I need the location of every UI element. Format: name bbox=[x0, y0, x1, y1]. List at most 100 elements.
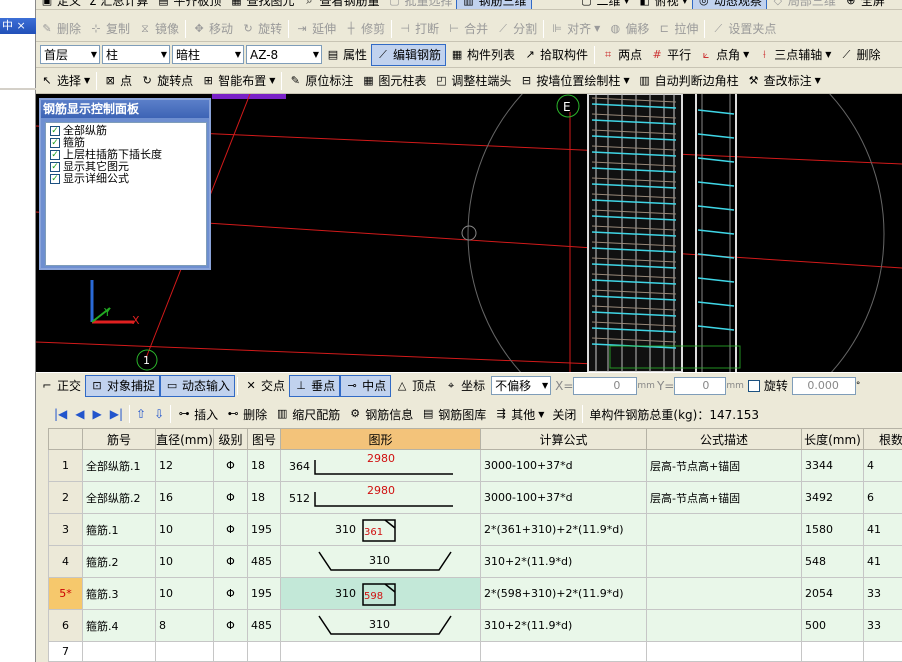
cell-count[interactable]: 33 bbox=[863, 577, 902, 610]
cell-bar-no[interactable]: 箍筋.4 bbox=[82, 609, 156, 642]
cell-diameter[interactable] bbox=[155, 641, 214, 662]
batch-select-button[interactable]: ▢ 批量选择 bbox=[383, 0, 456, 9]
dynamic-input-button[interactable]: ▭ 动态输入 bbox=[160, 374, 236, 397]
cell-grade[interactable]: Φ bbox=[213, 449, 248, 482]
cell-bar-no[interactable]: 全部纵筋.2 bbox=[82, 481, 156, 514]
header-formula[interactable]: 计算公式 bbox=[480, 428, 647, 450]
rebar-display-control-panel[interactable]: 钢筋显示控制面板 ✓ 全部纵筋 ✓ 箍筋 ✓ 上层柱插筋下插长度 ✓ 显示其它图元 ✓ 显… bbox=[39, 98, 211, 270]
point-angle-button[interactable]: ⟀ 点角 ▼ bbox=[695, 44, 753, 66]
header-formula-desc[interactable]: 公式描述 bbox=[646, 428, 802, 450]
table-row[interactable]: 1 全部纵筋.1 12 Φ 18 364 2980 3000-100+37*d 层高-节点高+锚… bbox=[48, 449, 902, 482]
cell-grade[interactable] bbox=[213, 641, 248, 662]
checkbox-detail-formula[interactable]: ✓ 显示详细公式 bbox=[46, 173, 206, 185]
cell-length[interactable]: 3344 bbox=[801, 449, 864, 482]
stretch-button[interactable]: ⊏ 拉伸 bbox=[653, 18, 702, 40]
delete-axis-button[interactable]: ⟋ 删除 bbox=[835, 44, 884, 66]
cell-fig-no[interactable]: 485 bbox=[247, 545, 281, 578]
extend-button[interactable]: ⇥ 延伸 bbox=[291, 18, 340, 40]
y-coordinate-input[interactable]: 0 bbox=[674, 376, 727, 395]
cell-formula-desc[interactable] bbox=[646, 577, 802, 610]
scale-rebar-button[interactable]: ▥ 缩尺配筋 bbox=[271, 403, 344, 425]
row-number[interactable]: 4 bbox=[48, 545, 83, 578]
component-name-select[interactable]: AZ-8 ▼ bbox=[246, 45, 322, 64]
last-record-button[interactable]: ▶| bbox=[106, 403, 127, 425]
table-row[interactable]: 5* 箍筋.3 10 Φ 195 310 598 2*(598+310)+2*(11.9*d)… bbox=[48, 577, 902, 610]
cell-count[interactable]: 33 bbox=[863, 609, 902, 642]
cell-fig-no[interactable]: 195 bbox=[247, 513, 281, 546]
cell-length[interactable]: 2054 bbox=[801, 577, 864, 610]
table-row[interactable]: 2 全部纵筋.2 16 Φ 18 512 2980 3000-100+37*d 层高-节点高+锚… bbox=[48, 481, 902, 514]
select-button[interactable]: ↖ 选择 ▼ bbox=[36, 70, 94, 92]
midpoint-snap-button[interactable]: ⊸ 中点 bbox=[340, 374, 392, 397]
define-button[interactable]: ▣ 定义 bbox=[36, 0, 85, 9]
subtype-select[interactable]: 暗柱 ▼ bbox=[172, 45, 244, 64]
view-2d-button[interactable]: ▢ 二维 ▼ bbox=[576, 0, 634, 9]
delete-button[interactable]: ✎ 删除 bbox=[36, 18, 85, 40]
cell-shape[interactable]: 310 361 bbox=[280, 513, 481, 546]
move-down-button[interactable]: ⇩ bbox=[150, 403, 168, 425]
cell-fig-no[interactable]: 18 bbox=[247, 481, 281, 514]
cell-shape[interactable]: 512 2980 bbox=[280, 481, 481, 514]
cell-shape[interactable]: 310 bbox=[280, 609, 481, 642]
mirror-button[interactable]: ⧖ 镜像 bbox=[134, 18, 183, 40]
header-bar-no[interactable]: 筋号 bbox=[82, 428, 156, 450]
cell-formula-desc[interactable]: 层高-节点高+锚固 bbox=[646, 481, 802, 514]
rebar-info-button[interactable]: ⚙ 钢筋信息 bbox=[344, 403, 417, 425]
component-list-button[interactable]: ▦ 构件列表 bbox=[446, 44, 519, 66]
row-number[interactable]: 1 bbox=[48, 449, 83, 482]
cell-grade[interactable]: Φ bbox=[213, 513, 248, 546]
cell-diameter[interactable]: 10 bbox=[155, 545, 214, 578]
header-grade[interactable]: 级别 bbox=[213, 428, 248, 450]
cell-count[interactable]: 6 bbox=[863, 481, 902, 514]
first-record-button[interactable]: |◀ bbox=[50, 403, 71, 425]
cell-formula-desc[interactable]: 层高-节点高+锚固 bbox=[646, 449, 802, 482]
table-row[interactable]: 4 箍筋.2 10 Φ 485 310 310+2*(11.9*d) 548 41 bbox=[48, 545, 902, 578]
two-point-axis-button[interactable]: ⌗ 两点 bbox=[597, 44, 646, 66]
adjust-column-end-button[interactable]: ◰ 调整柱端头 bbox=[430, 70, 515, 92]
cell-diameter[interactable]: 12 bbox=[155, 449, 214, 482]
ortho-button[interactable]: ⌐ 正交 bbox=[36, 375, 85, 397]
prev-record-button[interactable]: ◀ bbox=[71, 403, 88, 425]
trim-button[interactable]: ┼ 修剪 bbox=[340, 18, 389, 40]
rebar-library-button[interactable]: ▤ 钢筋图库 bbox=[417, 403, 490, 425]
other-menu-button[interactable]: ⇶ 其他 ▼ bbox=[490, 403, 548, 425]
header-fig-no[interactable]: 图号 bbox=[247, 428, 281, 450]
rebar-3d-button[interactable]: ▥ 钢筋三维 bbox=[456, 0, 532, 9]
summary-calc-button[interactable]: Σ 汇总计算 bbox=[85, 0, 152, 9]
next-record-button[interactable]: ▶ bbox=[89, 403, 106, 425]
in-place-annotation-button[interactable]: ✎ 原位标注 bbox=[284, 70, 357, 92]
cell-length[interactable]: 1580 bbox=[801, 513, 864, 546]
cell-diameter[interactable]: 16 bbox=[155, 481, 214, 514]
cell-length[interactable] bbox=[801, 641, 864, 662]
parallel-axis-button[interactable]: # 平行 bbox=[646, 44, 695, 66]
find-element-button[interactable]: ▦ 查找图元 bbox=[225, 0, 298, 9]
floor-select[interactable]: 首层 ▼ bbox=[40, 45, 100, 64]
rotate-button[interactable]: ↻ 旋转 bbox=[237, 18, 286, 40]
cell-bar-no[interactable]: 箍筋.2 bbox=[82, 545, 156, 578]
smart-layout-button[interactable]: ⊞ 智能布置 ▼ bbox=[197, 70, 279, 92]
left-dock-caption[interactable]: 中 × bbox=[0, 18, 36, 34]
cell-shape[interactable]: 364 2980 bbox=[280, 449, 481, 482]
cell-formula[interactable]: 2*(361+310)+2*(11.9*d) bbox=[480, 513, 647, 546]
split-button[interactable]: ⟋ 分割 bbox=[492, 18, 541, 40]
table-row[interactable]: 7 bbox=[48, 641, 902, 662]
move-button[interactable]: ✥ 移动 bbox=[188, 18, 237, 40]
type-select[interactable]: 柱 ▼ bbox=[102, 45, 170, 64]
point-button[interactable]: ⊠ 点 bbox=[99, 70, 136, 92]
cell-shape[interactable] bbox=[280, 641, 481, 662]
cell-formula[interactable]: 3000-100+37*d bbox=[480, 449, 647, 482]
table-row[interactable]: 3 箍筋.1 10 Φ 195 310 361 2*(361+310)+2*(11.9*d) 1… bbox=[48, 513, 902, 546]
fullscreen-button[interactable]: ⊕ 全屏 bbox=[840, 0, 889, 9]
copy-button[interactable]: ⊹ 复制 bbox=[85, 18, 134, 40]
row-number[interactable]: 5* bbox=[48, 577, 83, 610]
cell-formula[interactable]: 2*(598+310)+2*(11.9*d) bbox=[480, 577, 647, 610]
cell-count[interactable]: 41 bbox=[863, 545, 902, 578]
cell-bar-no[interactable] bbox=[82, 641, 156, 662]
cell-formula-desc[interactable] bbox=[646, 545, 802, 578]
dynamic-observe-button[interactable]: ◎ 动态观察 bbox=[691, 0, 767, 9]
edit-annotation-button[interactable]: ⚒ 查改标注 ▼ bbox=[743, 70, 825, 92]
cell-bar-no[interactable]: 全部纵筋.1 bbox=[82, 449, 156, 482]
row-number[interactable]: 6 bbox=[48, 609, 83, 642]
view-rebar-button[interactable]: ⌕ 查看钢筋量 bbox=[298, 0, 383, 9]
auto-corner-column-button[interactable]: ▥ 自动判断边角柱 bbox=[634, 70, 743, 92]
